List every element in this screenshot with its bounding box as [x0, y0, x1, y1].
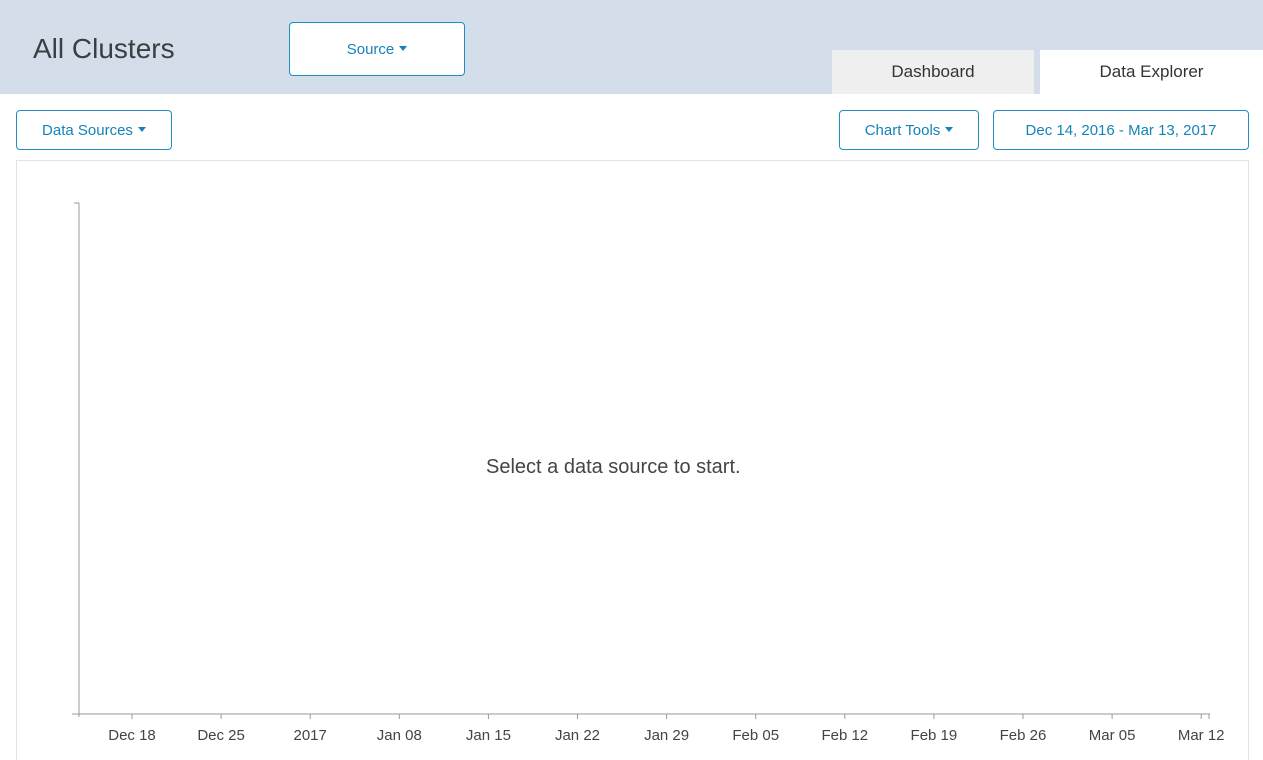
- x-axis-ticks: Dec 18 Dec 25 2017 Jan 08 Jan 15 Jan 22 Jan 29…: [108, 714, 1225, 744]
- x-tick-label: Jan 15: [466, 727, 511, 744]
- x-tick-label: Jan 29: [644, 727, 689, 744]
- x-tick-label: Feb 19: [911, 727, 958, 744]
- x-tick-label: Feb 05: [732, 727, 779, 744]
- x-tick-label: Mar 05: [1089, 727, 1136, 744]
- x-tick-label: Jan 08: [377, 727, 422, 744]
- empty-chart-message: Select a data source to start.: [486, 456, 741, 478]
- x-tick-label: Dec 25: [197, 727, 245, 744]
- x-tick-label: Mar 12: [1178, 727, 1225, 744]
- chart-axes: Dec 18 Dec 25 2017 Jan 08 Jan 15 Jan 22 Jan 29…: [72, 202, 1225, 744]
- x-tick-label: 2017: [294, 727, 327, 744]
- x-tick-label: Feb 26: [1000, 727, 1047, 744]
- x-tick-label: Jan 22: [555, 727, 600, 744]
- x-tick-label: Feb 12: [821, 727, 868, 744]
- x-tick-label: Dec 18: [108, 727, 156, 744]
